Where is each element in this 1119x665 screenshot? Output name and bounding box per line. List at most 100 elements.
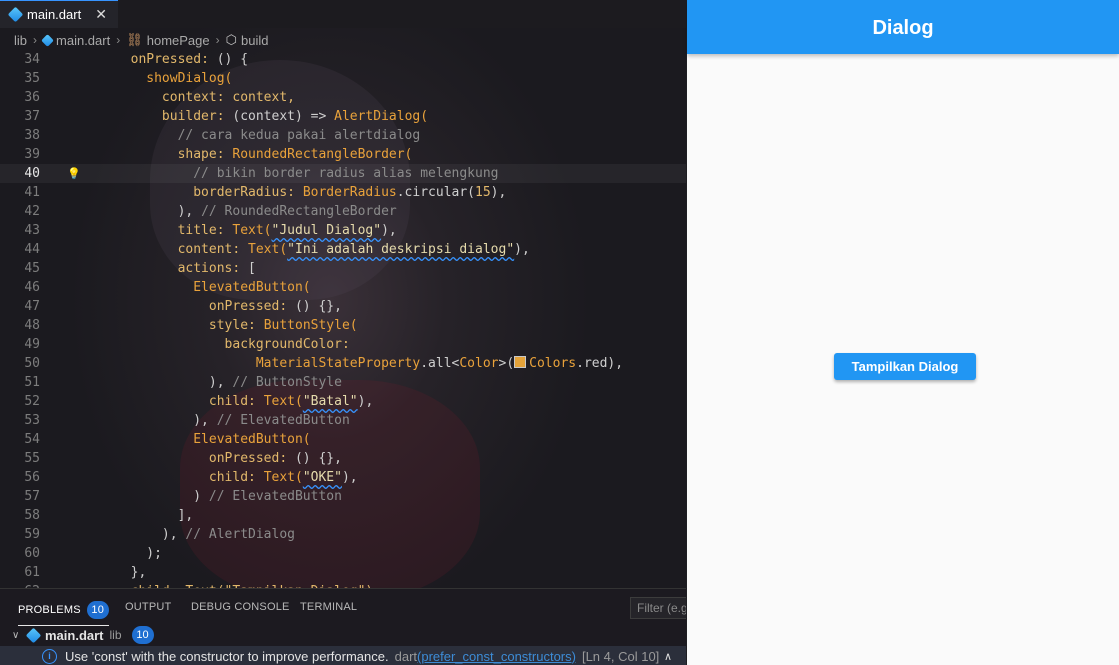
code-token: // ButtonStyle [232,375,342,390]
code-line[interactable]: 53 ), // ElevatedButton [0,411,686,430]
code-line[interactable]: 52 child: Text("Batal"), [0,392,686,411]
code-token: Color [459,356,499,371]
line-number: 49 [24,337,40,352]
code-line[interactable]: 35 showDialog( [0,69,686,88]
code-token: BorderRadius [302,185,397,200]
problems-count-badge: 10 [86,601,109,619]
code-line[interactable]: 40 💡 // bikin border radius alias melengk… [0,164,686,183]
code-token: "Ini adalah deskripsi dialog" [287,242,515,257]
breadcrumb-item-method[interactable]: build [241,33,268,48]
problem-file-name: main.dart [45,627,104,643]
code-line[interactable]: 45 actions: [ [0,259,686,278]
code-line[interactable]: 43 title: Text("Judul Dialog"), [0,221,686,240]
code-area[interactable]: 34 onPressed: () {35 showDialog(36 conte… [0,50,686,588]
code-line[interactable]: 51 ), // ButtonStyle [0,373,686,392]
problem-code-link[interactable]: (prefer_const_constructors) [417,649,576,664]
code-line[interactable]: 36 context: context, [0,88,686,107]
line-number: 36 [24,90,40,105]
code-token: "Batal" [302,394,358,409]
code-text: onPressed: () {}, [68,297,342,316]
code-token: ), [381,223,397,238]
code-token: ], [177,508,194,523]
code-line[interactable]: 60 ); [0,544,686,563]
code-token: ), [193,413,217,428]
problem-row[interactable]: i Use 'const' with the constructor to im… [0,646,686,665]
close-icon[interactable]: ✕ [95,6,107,23]
breadcrumb-item-lib[interactable]: lib [14,33,27,48]
code-line[interactable]: 41 borderRadius: BorderRadius.circular(1… [0,183,686,202]
code-text: builder: (context) => AlertDialog( [68,107,428,126]
breadcrumb: lib › main.dart › ⛓ homePage › ⬡ build [0,30,686,50]
code-token: >( [498,356,515,371]
code-line[interactable]: 49 backgroundColor: [0,335,686,354]
code-line[interactable]: 42 ), // RoundedRectangleBorder [0,202,686,221]
breadcrumb-item-file[interactable]: main.dart [56,33,110,48]
code-token: (context) => [232,109,335,124]
code-line[interactable]: 50 MaterialStateProperty.all<Color>(Colo… [0,354,686,373]
code-token: // cara kedua pakai alertdialog [177,128,421,143]
chevron-down-icon[interactable]: ∨ [12,630,22,641]
tab-debug-console[interactable]: DEBUG CONSOLE [191,601,290,613]
code-line[interactable]: 37 builder: (context) => AlertDialog( [0,107,686,126]
bottom-panel: PROBLEMS 10 OUTPUT DEBUG CONSOLE TERMINAL… [0,588,686,665]
code-line[interactable]: 38 // cara kedua pakai alertdialog [0,126,686,145]
file-problem-count-badge: 10 [131,626,154,644]
code-token: .red), [576,356,624,371]
code-line[interactable]: 61 }, [0,563,686,582]
code-token: }, [130,565,147,580]
tab-problems[interactable]: PROBLEMS 10 [18,601,109,626]
problem-file-row[interactable]: ∨ main.dart lib 10 [0,625,686,645]
code-token: "OKE" [302,470,342,485]
code-token: onPressed: [208,299,295,314]
code-text: shape: RoundedRectangleBorder( [68,145,413,164]
line-number: 34 [24,52,40,67]
color-swatch[interactable] [514,356,527,368]
code-token: title: [177,223,233,238]
code-text: backgroundColor: [68,335,350,354]
code-text: ], [68,506,194,525]
tab-output[interactable]: OUTPUT [125,601,171,613]
line-number: 61 [24,565,40,580]
code-text: ) // ElevatedButton [68,487,342,506]
line-number: 51 [24,375,40,390]
code-line[interactable]: 46 ElevatedButton( [0,278,686,297]
code-line[interactable]: 44 content: Text("Ini adalah deskripsi d… [0,240,686,259]
code-line[interactable]: 48 style: ButtonStyle( [0,316,686,335]
panel-tabs: PROBLEMS 10 OUTPUT DEBUG CONSOLE TERMINAL… [0,589,686,626]
code-token: .circular( [396,185,476,200]
code-line[interactable]: 59 ), // AlertDialog [0,525,686,544]
code-text: child: Text("Batal"), [68,392,373,411]
code-line[interactable]: 34 onPressed: () { [0,50,686,69]
code-line[interactable]: 54 ElevatedButton( [0,430,686,449]
code-line[interactable]: 47 onPressed: () {}, [0,297,686,316]
line-number: 41 [24,185,40,200]
chevron-up-icon[interactable]: ∧ [664,650,672,663]
tab-problems-label: PROBLEMS [18,604,81,616]
code-line[interactable]: 55 onPressed: () {}, [0,449,686,468]
code-token: .all< [420,356,460,371]
tab-main-dart[interactable]: main.dart ✕ [0,0,118,28]
tab-terminal[interactable]: TERMINAL [300,601,357,613]
code-token: ElevatedButton( [193,432,311,447]
problems-filter-input[interactable]: Filter (e.g. [630,597,686,619]
breadcrumb-item-class[interactable]: homePage [147,33,210,48]
line-number: 45 [24,261,40,276]
code-text: onPressed: () {}, [68,449,342,468]
show-dialog-button[interactable]: Tampilkan Dialog [834,353,976,380]
code-line[interactable]: 39 shape: RoundedRectangleBorder( [0,145,686,164]
code-token: [ [248,261,256,276]
code-text: // cara kedua pakai alertdialog [68,126,421,145]
code-token: showDialog( [146,71,233,86]
code-line[interactable]: 56 child: Text("OKE"), [0,468,686,487]
code-line[interactable]: 58 ], [0,506,686,525]
code-line[interactable]: 57 ) // ElevatedButton [0,487,686,506]
code-token: () {}, [294,299,342,314]
